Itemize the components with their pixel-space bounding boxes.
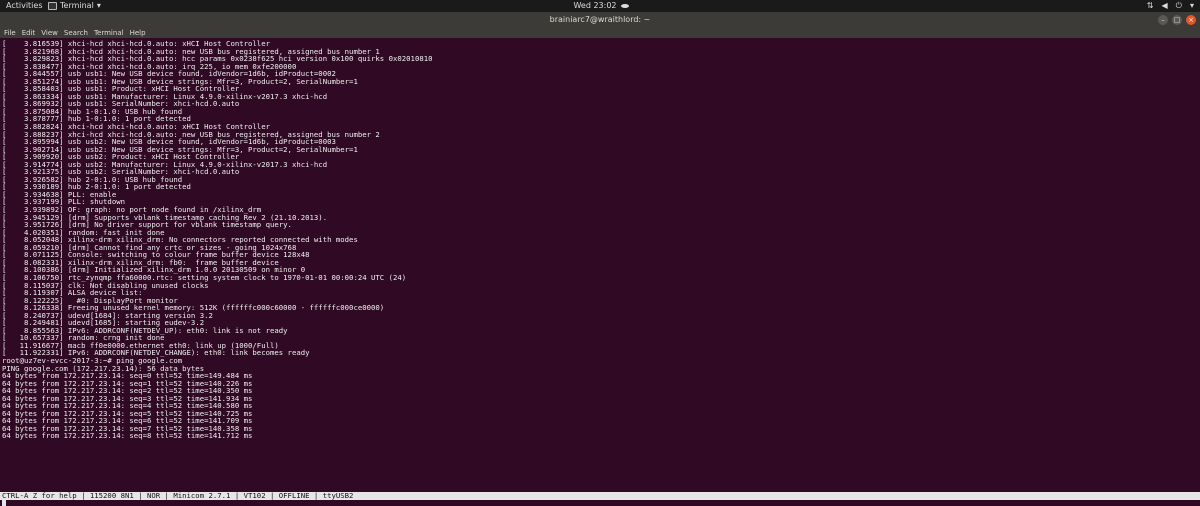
terminal-line: 64 bytes from 172.217.23.14: seq=8 ttl=5… <box>2 431 253 441</box>
power-icon[interactable]: ⏻ <box>1176 0 1182 12</box>
window-titlebar[interactable]: brainiarc7@wraithlord: ~ – □ × <box>0 12 1200 28</box>
menu-edit[interactable]: Edit <box>22 28 36 38</box>
menu-search[interactable]: Search <box>64 28 88 38</box>
clock[interactable]: Wed 23:02 <box>0 0 1200 12</box>
terminal-input-area[interactable] <box>0 500 1200 506</box>
close-button[interactable]: × <box>1186 15 1196 25</box>
terminal-line: [ 8.119307] ALSA device list: <box>2 288 143 298</box>
menu-help[interactable]: Help <box>130 28 146 38</box>
volume-icon[interactable]: ◀ <box>1162 0 1168 12</box>
window-title: brainiarc7@wraithlord: ~ <box>549 15 651 24</box>
terminal-line: [ 8.115037] clk: Not disabling unused cl… <box>2 280 209 290</box>
menu-file[interactable]: File <box>4 28 16 38</box>
minimize-button[interactable]: – <box>1158 15 1168 25</box>
minicom-status-bar: CTRL-A Z for help | 115200 8N1 | NOR | M… <box>0 492 1200 500</box>
network-icon[interactable]: ⇅ <box>1147 0 1154 12</box>
top-panel: Activities Terminal ▾ Wed 23:02 ⇅ ◀ ⏻ ▾ <box>0 0 1200 12</box>
notification-dot-icon <box>620 3 629 8</box>
clock-label: Wed 23:02 <box>573 1 617 10</box>
terminal-line: [ 3.934638] PLL: enable <box>2 189 117 199</box>
menu-terminal[interactable]: Terminal <box>94 28 124 38</box>
terminal-line: [ 8.855563] IPv6: ADDRCONF(NETDEV_UP): e… <box>2 325 288 335</box>
terminal-output[interactable]: [ 3.816539] xhci-hcd xhci-hcd.0.auto: xH… <box>0 38 1200 492</box>
terminal-line: [ 3.930189] hub 2-0:1.0: 1 port detected <box>2 182 191 192</box>
system-tray[interactable]: ⇅ ◀ ⏻ ▾ <box>1147 0 1194 12</box>
menu-bar: File Edit View Search Terminal Help <box>0 28 1200 38</box>
terminal-line: [ 3.951726] [drm] No driver support for … <box>2 220 292 230</box>
maximize-button[interactable]: □ <box>1172 15 1182 25</box>
menu-view[interactable]: View <box>41 28 58 38</box>
terminal-text: [ 3.816539] xhci-hcd xhci-hcd.0.auto: xH… <box>0 38 1200 440</box>
window-controls: – □ × <box>1158 15 1196 25</box>
terminal-cursor <box>2 500 6 506</box>
caret-down-icon[interactable]: ▾ <box>1190 0 1194 12</box>
